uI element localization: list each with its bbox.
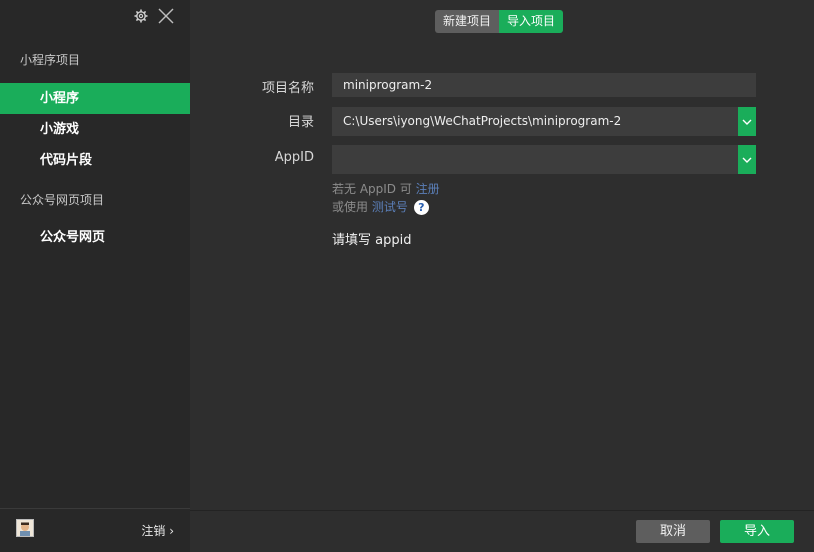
logout-link[interactable]: 注销 › xyxy=(141,522,174,539)
sidebar-item-code-snippet[interactable]: 代码片段 xyxy=(0,145,190,176)
project-name-label: 项目名称 xyxy=(261,81,314,96)
tab-import-project[interactable]: 导入项目 xyxy=(499,10,564,33)
test-account-link[interactable]: 测试号 xyxy=(372,200,408,214)
appid-test-hint: 或使用 测试号? xyxy=(332,198,429,215)
close-icon[interactable] xyxy=(158,8,174,24)
sidebar-top-icons xyxy=(134,8,174,24)
section-title-official-account: 公众号网页项目 xyxy=(20,193,105,207)
sidebar-item-minigame[interactable]: 小游戏 xyxy=(0,114,190,145)
sidebar-footer: 注销 › xyxy=(0,508,190,552)
avatar[interactable] xyxy=(16,519,34,537)
project-name-input[interactable]: miniprogram-2 xyxy=(332,73,756,97)
appid-register-hint: 若无 AppID 可 注册 xyxy=(332,180,440,197)
gear-icon[interactable] xyxy=(134,9,148,23)
main-panel: 新建项目 导入项目 项目名称 miniprogram-2 目录 C:\Users… xyxy=(190,0,814,552)
appid-error-message: 请填写 appid xyxy=(332,233,412,248)
sidebar-item-miniprogram[interactable]: 小程序 xyxy=(0,83,190,114)
tab-new-project[interactable]: 新建项目 xyxy=(435,10,500,33)
directory-input[interactable]: C:\Users\iyong\WeChatProjects\miniprogra… xyxy=(332,107,738,136)
appid-dropdown-button[interactable] xyxy=(738,145,756,174)
register-hint-text: 若无 AppID 可 xyxy=(332,182,416,196)
sidebar-item-official-web[interactable]: 公众号网页 xyxy=(0,222,190,253)
cancel-button[interactable]: 取消 xyxy=(636,520,710,543)
project-mode-switch: 新建项目 导入项目 xyxy=(435,10,564,33)
test-hint-text: 或使用 xyxy=(332,200,372,214)
chevron-down-icon xyxy=(742,119,752,125)
sidebar: 小程序项目 小程序 小游戏 代码片段 公众号网页项目 公众号网页 注销 › xyxy=(0,0,190,552)
directory-dropdown-button[interactable] xyxy=(738,107,756,136)
section-title-miniprogram: 小程序项目 xyxy=(20,53,81,67)
directory-label: 目录 xyxy=(287,115,314,130)
import-button[interactable]: 导入 xyxy=(720,520,794,543)
chevron-down-icon xyxy=(742,157,752,163)
appid-input[interactable] xyxy=(332,145,738,174)
dialog-footer: 取消 导入 xyxy=(190,510,814,552)
appid-label: AppID xyxy=(274,150,314,165)
help-icon[interactable]: ? xyxy=(413,200,429,215)
register-link[interactable]: 注册 xyxy=(416,182,440,196)
